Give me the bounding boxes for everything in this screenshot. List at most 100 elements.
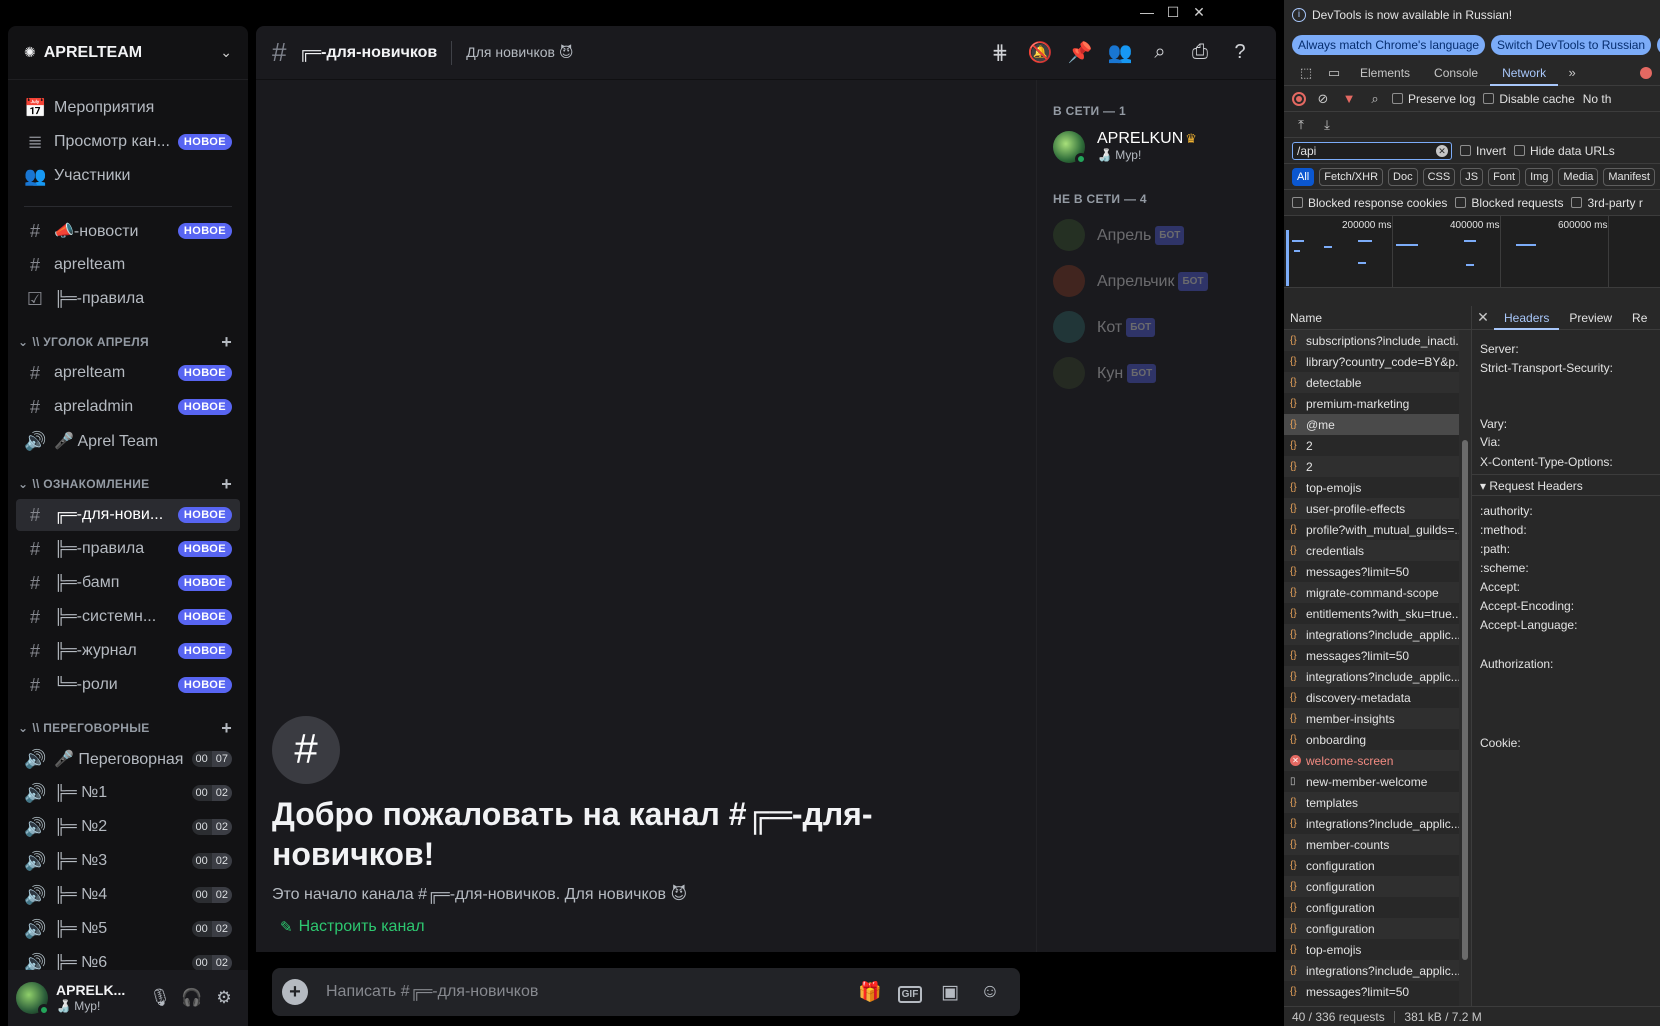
channel-news[interactable]: # 📣-новости НОВОЕ (16, 215, 240, 247)
request-row[interactable]: {} messages?limit=50 (1284, 981, 1471, 1002)
member-item[interactable]: Апрельчик БОТ (1053, 258, 1260, 304)
third-party-checkbox[interactable]: 3rd-party r (1571, 196, 1643, 210)
match-language-button[interactable]: Always match Chrome's language (1292, 35, 1486, 55)
type-img[interactable]: Img (1525, 167, 1554, 186)
request-row[interactable]: {} entitlements?with_sku=true... (1284, 603, 1471, 624)
channel-journal[interactable]: # ╠═-журнал НОВОЕ (16, 635, 240, 667)
hide-data-urls-checkbox[interactable]: Hide data URLs (1514, 144, 1615, 158)
request-row[interactable]: {} member-insights (1284, 708, 1471, 729)
disable-cache-checkbox[interactable]: Disable cache (1483, 92, 1575, 106)
close-window-button[interactable]: ✕ (1186, 2, 1212, 22)
request-row[interactable]: {} library?country_code=BY&p... (1284, 351, 1471, 372)
request-row[interactable]: {} profile?with_mutual_guilds=... (1284, 519, 1471, 540)
notifications-muted-icon[interactable]: 🔕 (1020, 40, 1060, 65)
member-item[interactable]: APRELKUN ♛ 🍶 Мур! (1053, 124, 1260, 170)
request-row[interactable]: {} top-emojis (1284, 939, 1471, 960)
threads-icon[interactable]: ⋕ (980, 40, 1020, 65)
gif-icon[interactable]: GIF (890, 981, 930, 1003)
category-corner[interactable]: ⌄ \\ УГОЛОК АПРЕЛЯ + (8, 329, 248, 355)
filter-icon[interactable]: ▼ (1340, 91, 1358, 106)
tab-elements[interactable]: Elements (1348, 60, 1422, 86)
type-all[interactable]: All (1292, 167, 1315, 186)
request-row[interactable]: {} migrate-command-scope (1284, 582, 1471, 603)
tab-console[interactable]: Console (1422, 60, 1490, 86)
minimize-button[interactable]: — (1134, 2, 1160, 22)
request-list-scrollbar[interactable] (1459, 330, 1471, 1006)
channel-bump[interactable]: # ╠═-бамп НОВОЕ (16, 567, 240, 599)
record-icon[interactable] (1292, 91, 1306, 106)
blocked-cookies-checkbox[interactable]: Blocked response cookies (1292, 196, 1447, 210)
device-toolbar-icon[interactable]: ▭ (1320, 65, 1348, 81)
type-media[interactable]: Media (1558, 167, 1599, 186)
add-channel-icon[interactable]: + (221, 332, 232, 353)
add-channel-icon[interactable]: + (221, 718, 232, 739)
member-item[interactable]: Кот БОТ (1053, 304, 1260, 350)
tab-headers[interactable]: Headers (1494, 306, 1560, 330)
channel-rules-2[interactable]: # ╠═-правила НОВОЕ (16, 533, 240, 565)
request-row[interactable]: ▯ new-member-welcome (1284, 771, 1471, 792)
inbox-icon[interactable]: ⎙ (1180, 41, 1220, 64)
channel-aprelteam-2[interactable]: # aprelteam НОВОЕ (16, 357, 240, 389)
user-names[interactable]: APRELK... 🍶 Мур! (56, 982, 144, 1014)
tab-network[interactable]: Network (1490, 60, 1559, 86)
tab-preview[interactable]: Preview (1559, 306, 1622, 330)
request-row[interactable]: {} member-counts (1284, 834, 1471, 855)
filter-input[interactable]: /api ✕ (1292, 141, 1452, 160)
sticker-icon[interactable]: ▣ (930, 981, 970, 1004)
voice-channel[interactable]: 🔊 ╠═ №1 00 02 (16, 777, 240, 809)
request-row[interactable]: {} subscriptions?include_inacti... (1284, 330, 1471, 351)
switch-russian-button[interactable]: Switch DevTools to Russian (1491, 35, 1652, 55)
clear-filter-icon[interactable]: ✕ (1436, 144, 1448, 157)
type-doc[interactable]: Doc (1388, 167, 1418, 186)
clear-icon[interactable]: ⊘ (1314, 91, 1332, 107)
category-talks[interactable]: ⌄ \\ ПЕРЕГОВОРНЫЕ + (8, 715, 248, 741)
request-row[interactable]: {} messages?limit=50 (1284, 645, 1471, 666)
setup-channel-link[interactable]: ✎ Настроить канал (272, 918, 972, 936)
request-row[interactable]: {} configuration (1284, 855, 1471, 876)
request-row[interactable]: {} integrations?include_applic... (1284, 624, 1471, 645)
type-js[interactable]: JS (1460, 167, 1484, 186)
channel-for-newbies[interactable]: # ╔═-для-нови... НОВОЕ (16, 499, 240, 531)
attach-plus-icon[interactable]: + (282, 979, 308, 1005)
request-row[interactable]: {} credentials (1284, 540, 1471, 561)
request-row[interactable]: {} top-emojis (1284, 477, 1471, 498)
tab-response[interactable]: Re (1622, 306, 1657, 330)
import-har-icon[interactable]: ⤒ (1292, 117, 1310, 133)
voice-channel[interactable]: 🔊 🎤 Переговорная 00 07 (16, 743, 240, 775)
request-row[interactable]: {} 2 (1284, 435, 1471, 456)
type-fetch-xhr[interactable]: Fetch/XHR (1319, 167, 1384, 186)
search-icon[interactable]: ⌕ (1140, 41, 1180, 64)
channel-system[interactable]: # ╠═-системн... НОВОЕ (16, 601, 240, 633)
help-icon[interactable]: ? (1220, 41, 1260, 64)
user-avatar[interactable] (16, 982, 50, 1016)
name-column-header[interactable]: Name (1284, 306, 1471, 330)
maximize-button[interactable]: ☐ (1160, 2, 1186, 22)
voice-channel[interactable]: 🔊 ╠═ №2 00 02 (16, 811, 240, 843)
type-font[interactable]: Font (1488, 167, 1521, 186)
export-har-icon[interactable]: ⤓ (1318, 117, 1336, 133)
request-row[interactable]: ✕ welcome-screen (1284, 750, 1471, 771)
request-row[interactable]: {} user-profile-effects (1284, 498, 1471, 519)
request-row[interactable]: {} premium-marketing (1284, 393, 1471, 414)
request-row[interactable]: {} configuration (1284, 876, 1471, 897)
voice-channel[interactable]: 🔊 ╠═ №3 00 02 (16, 845, 240, 877)
gift-icon[interactable]: 🎁 (850, 980, 890, 1004)
request-row[interactable]: {} integrations?include_applic... (1284, 813, 1471, 834)
error-count-icon[interactable] (1640, 66, 1652, 79)
request-row[interactable]: {} messages?limit=50 (1284, 561, 1471, 582)
emoji-icon[interactable]: ☺ (970, 981, 1010, 1003)
channel-rules[interactable]: ☑ ╠═-правила (16, 283, 240, 315)
channel-apreladmin[interactable]: # apreladmin НОВОЕ (16, 391, 240, 423)
scrollbar-thumb[interactable] (1462, 440, 1468, 960)
throttling-select[interactable]: No th (1583, 92, 1612, 106)
request-row[interactable]: {} onboarding (1284, 729, 1471, 750)
add-channel-icon[interactable]: + (221, 474, 232, 495)
voice-channel[interactable]: 🔊 ╠═ №4 00 02 (16, 879, 240, 911)
request-row[interactable]: {} detectable (1284, 372, 1471, 393)
channel-roles[interactable]: # ╚═-роли НОВОЕ (16, 669, 240, 701)
pin-icon[interactable]: 📌 (1060, 40, 1100, 65)
channel-topic[interactable]: Для новичков 😈 (466, 44, 980, 61)
events-item[interactable]: 📅 Мероприятия (16, 92, 240, 124)
request-headers-section[interactable]: ▾ Request Headers (1472, 474, 1660, 496)
voice-aprel-team[interactable]: 🔊 🎤 Aprel Team (16, 425, 240, 457)
